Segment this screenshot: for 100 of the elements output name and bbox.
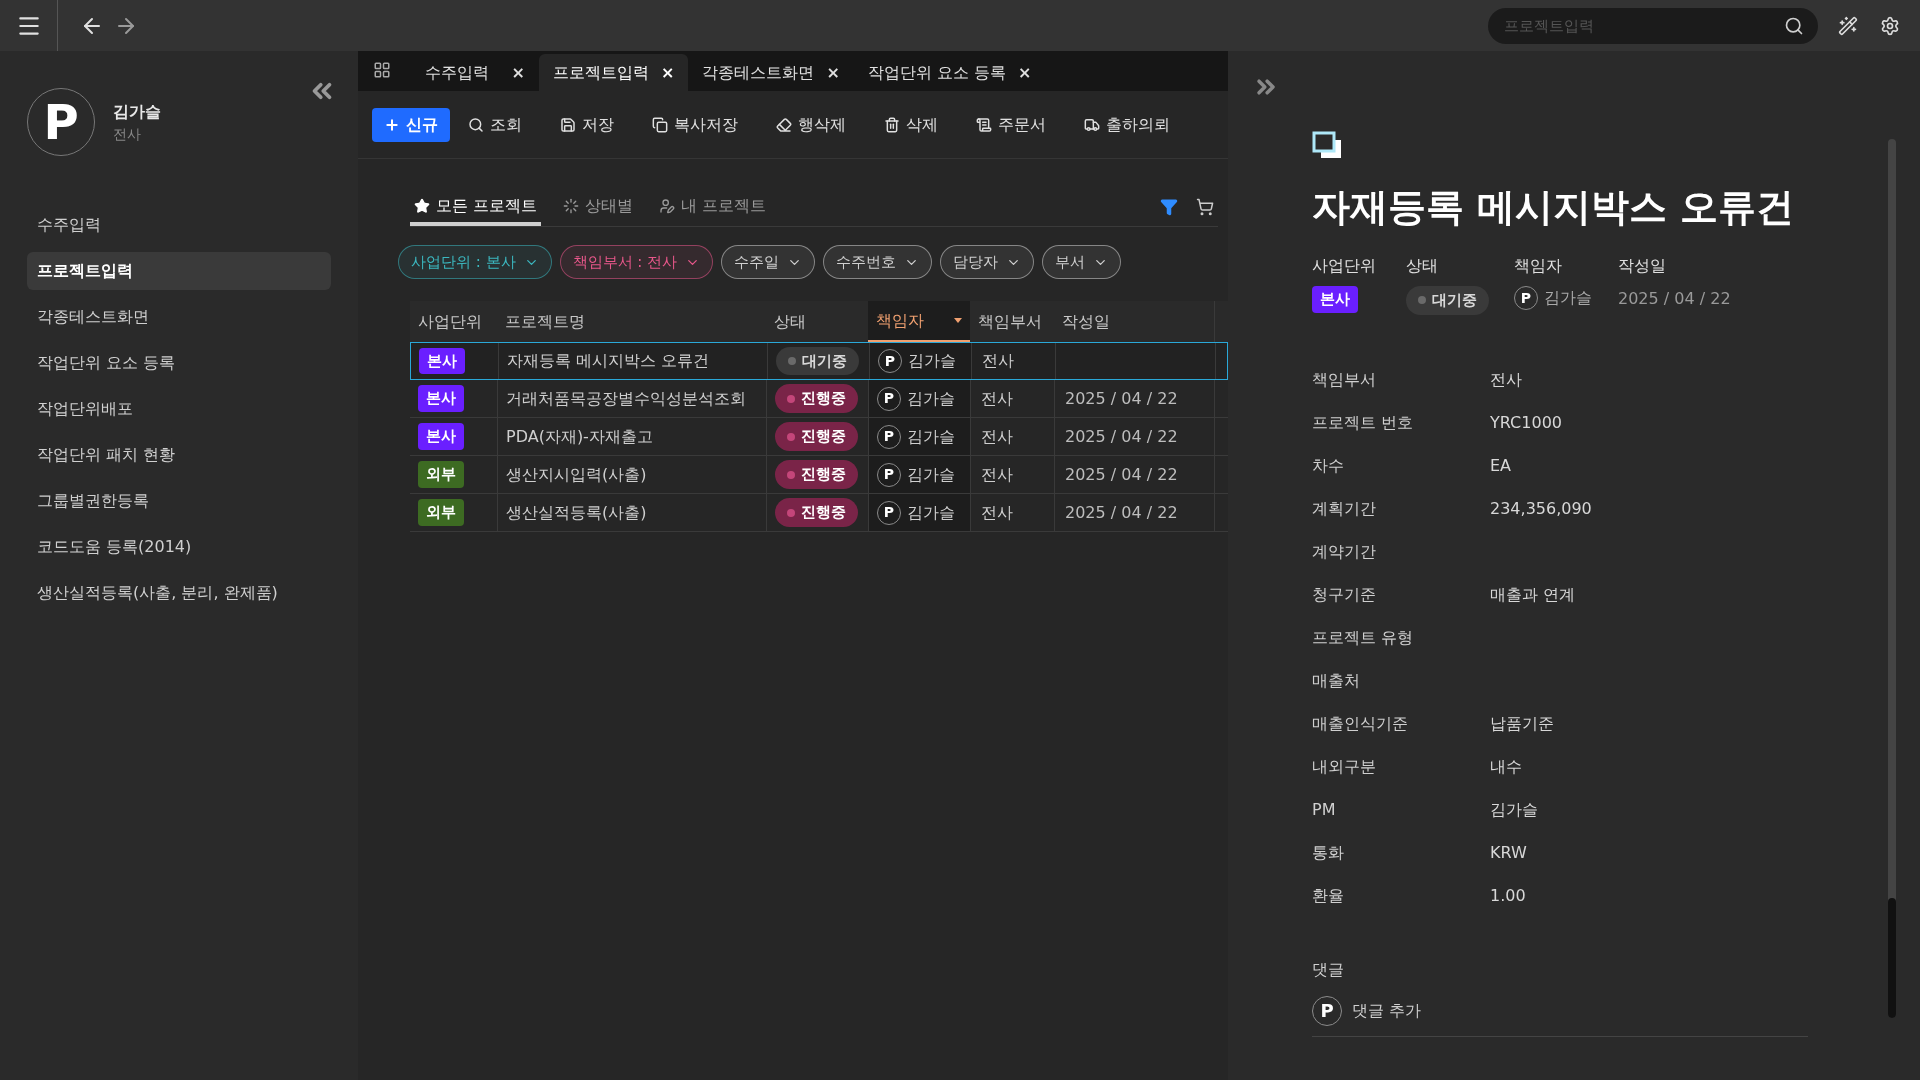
search-field[interactable]: 프로젝트입력 [1488,7,1818,44]
scroll-icon [976,116,992,133]
magic-wand-button[interactable] [1838,15,1858,36]
sidebar-item[interactable]: 각종테스트화면 [27,298,331,336]
filter-chip[interactable]: 수주일 [721,245,816,279]
table-cell-text: PDA(자재)-자재출고 [506,425,653,448]
close-tab-button[interactable]: × [661,60,675,85]
table-cell-text: 전사 [981,425,1013,448]
filter-chip[interactable]: 담당자 [940,245,1035,279]
tab[interactable]: 수주입력 × [411,54,539,91]
table-cell-text: 김가슬 [907,425,955,448]
detail-title: 자재등록 메시지박스 오류건 [1312,184,1796,231]
filter-chip[interactable]: 사업단위 : 본사 [398,245,552,279]
tab[interactable]: 각종테스트화면 × [688,54,854,91]
unit-badge: 외부 [418,499,464,526]
status-badge: 진행중 [775,460,858,489]
search-icon[interactable] [1784,15,1804,36]
status-badge: 대기중 [1406,286,1489,315]
sidebar-item[interactable]: 수주입력 [27,206,331,244]
sidebar-item[interactable]: 생산실적등록(사출, 분리, 완제품) [27,574,331,612]
field-value: 매출과 연계 [1490,584,1576,606]
user-pen-icon [659,198,676,214]
field-label: PM [1312,799,1337,821]
sidebar-item[interactable]: 작업단위 요소 등록 [27,344,331,382]
field-value: 내수 [1490,756,1522,778]
table-cell-text: 전사 [981,387,1013,410]
sidebar-item[interactable]: 그룹별권한등록 [27,482,331,520]
field-value: YRC1000 [1490,412,1562,434]
column-header[interactable]: 상태 [766,301,868,342]
sidebar-item[interactable]: 프로젝트입력 [27,252,331,290]
close-tab-button[interactable]: × [1018,60,1032,85]
table-row[interactable]: 본사 자재등록 메시지박스 오류건 대기중 P 김가슬 전사 [410,342,1228,380]
scrollbar[interactable] [1888,139,1896,1018]
cart-icon[interactable] [1196,198,1214,216]
field-label: 내외구분 [1312,756,1377,778]
column-header[interactable]: 프로젝트명 [497,301,766,342]
toolbar-button[interactable]: 복사저장 [640,107,750,142]
toolbar-button[interactable]: 행삭제 [764,107,858,142]
toolbar-button[interactable]: 출하의뢰 [1072,107,1182,142]
field-value: EA [1490,455,1512,477]
table-cell-text: 생산실적등록(사출) [506,501,647,524]
settings-button[interactable] [1880,15,1900,36]
sidebar-item[interactable]: 작업단위 패치 현황 [27,436,331,474]
table-cell-text: 생산지시입력(사출) [506,463,647,486]
field-value: 김가슬 [1490,799,1538,821]
column-header[interactable]: 책임자 [868,301,970,342]
field-label: 계약기간 [1312,541,1377,563]
close-tab-button[interactable]: × [511,60,525,85]
toolbar-button[interactable]: 삭제 [872,107,950,142]
save-icon [560,116,576,133]
comment-field[interactable]: 댓글 추가 [1352,998,1808,1023]
column-header[interactable]: 작성일 [1054,301,1214,342]
view-tab[interactable]: 상태별 [559,190,638,226]
filter-chip[interactable]: 부서 [1042,245,1122,279]
toolbar-button[interactable]: 저장 [548,107,626,142]
unit-badge: 외부 [418,461,464,488]
settings-icon [1880,15,1900,36]
filter-chip[interactable]: 수주번호 [823,245,933,279]
magic-wand-icon [1838,15,1858,36]
copy-squares-icon [1312,131,1342,159]
table-cell-text: 2025 / 04 / 22 [1065,425,1178,448]
filter-icon[interactable] [1160,198,1178,216]
table-cell-text: 전사 [982,350,1014,372]
view-tab[interactable]: 내 프로젝트 [655,190,771,226]
truck-icon [1084,116,1100,133]
toolbar-button[interactable]: 조회 [456,107,534,142]
view-tab[interactable]: 모든 프로젝트 [410,190,542,226]
filter-chip[interactable]: 책임부서 : 전사 [559,245,714,279]
copy-icon [652,116,668,133]
table-cell-text: 자재등록 메시지박스 오류건 [507,350,710,372]
star-icon [414,198,430,214]
table-cell-text: 거래처품목공장별수익성분석조회 [506,387,746,410]
field-value: 1.00 [1490,885,1526,907]
tab[interactable]: 프로젝트입력 × [539,54,689,91]
table-row[interactable]: 본사 거래처품목공장별수익성분석조회 진행중 P 김가슬 전사 2025 / 04 / 22 [410,380,1228,418]
field-label: 환율 [1312,885,1345,907]
tab[interactable]: 작업단위 요소 등록 × [853,54,1046,91]
field-label: 차수 [1312,455,1345,477]
table-row[interactable]: 외부 생산실적등록(사출) 진행중 P 김가슬 전사 2025 / 04 / 22 [410,494,1228,532]
close-tab-button[interactable]: × [826,60,840,85]
field-label: 통화 [1312,842,1345,864]
status-badge: 진행중 [775,422,858,451]
meta-label: 상태 [1406,255,1439,277]
toolbar-button[interactable]: 주문서 [964,107,1058,142]
column-header[interactable]: 책임부서 [970,301,1054,342]
table-cell-text: 김가슬 [907,463,955,486]
grid-icon[interactable] [373,61,391,79]
status-badge: 진행중 [775,498,858,527]
table-row[interactable]: 본사 PDA(자재)-자재출고 진행중 P 김가슬 전사 2025 / 04 / 22 [410,418,1228,456]
table-row[interactable]: 외부 생산지시입력(사출) 진행중 P 김가슬 전사 2025 / 04 / 22 [410,456,1228,494]
sidebar-item[interactable]: 코드도움 등록(2014) [27,528,331,566]
trash-icon [884,116,900,133]
toolbar-button[interactable]: 신규 [372,107,450,142]
field-label: 계획기간 [1312,498,1377,520]
field-label: 매출인식기준 [1312,713,1409,735]
meta-label: 사업단위 [1312,255,1377,277]
sidebar-item[interactable]: 작업단위배포 [27,390,331,428]
table-cell-text: 2025 / 04 / 22 [1065,463,1178,486]
table-cell-text: 전사 [981,501,1013,524]
column-header[interactable]: 사업단위 [410,301,497,342]
